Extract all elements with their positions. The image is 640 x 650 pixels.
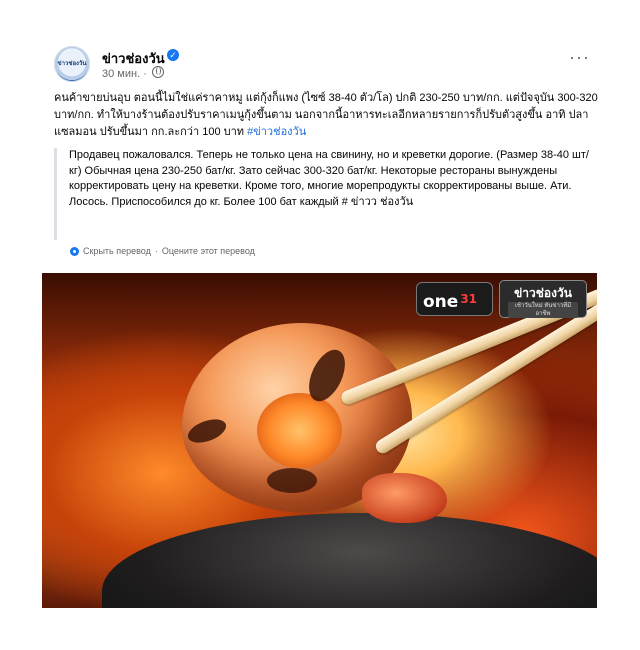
- shrimp-curl: [257, 393, 342, 468]
- avatar-label: ข่าวช่องวัน: [57, 60, 87, 67]
- translation-actions: Скрыть перевод · Оцените этот перевод: [70, 246, 255, 256]
- plate: [102, 513, 597, 608]
- post-meta: 30 мин. ·: [102, 66, 164, 80]
- shrimp-tail: [362, 473, 447, 523]
- globe-icon[interactable]: [151, 66, 164, 78]
- rate-translation-link[interactable]: Оцените этот перевод: [162, 246, 255, 256]
- char-mark: [267, 468, 317, 493]
- post-timestamp[interactable]: 30 мин.: [102, 68, 140, 80]
- logo-channel-number: 31: [460, 292, 478, 306]
- post-photo[interactable]: one 31 ข่าวช่องวัน เช้าวันใหม่ ทันข่าวที่…: [42, 273, 597, 608]
- translation-settings-icon[interactable]: [70, 246, 79, 256]
- page-avatar[interactable]: ข่าวช่องวัน: [54, 46, 90, 82]
- meta-separator: ·: [143, 68, 150, 80]
- logo-channel-text: one: [423, 292, 459, 312]
- translation-separator: ·: [154, 246, 158, 256]
- hashtag-link[interactable]: #ข่าวช่องวัน: [247, 126, 306, 138]
- translated-text: Продавец пожаловался. Теперь не только ц…: [54, 148, 590, 240]
- verified-badge-icon: ✓: [167, 49, 179, 61]
- more-options-button[interactable]: ···: [569, 48, 590, 66]
- post-header: ข่าวช่องวัน ข่าวช่องวัน ✓ 30 мин. · ···: [54, 46, 590, 86]
- news-logo-subtitle: เช้าวันใหม่ ทันข่าวที่มีอาชีพ: [508, 302, 578, 318]
- one31-logo: one 31: [417, 283, 492, 315]
- post-body: คนค้าขายบ่นอุบ ตอนนี้ไม่ใช่แค่ราคาหมู แต…: [54, 92, 598, 138]
- news-logo-title: ข่าวช่องวัน: [514, 286, 572, 300]
- hide-translation-link[interactable]: Скрыть перевод: [83, 246, 151, 256]
- news-program-logo: ข่าวช่องวัน เช้าวันใหม่ ทันข่าวที่มีอาชี…: [500, 281, 586, 318]
- post-text: คนค้าขายบ่นอุบ ตอนนี้ไม่ใช่แค่ราคาหมู แต…: [54, 90, 604, 141]
